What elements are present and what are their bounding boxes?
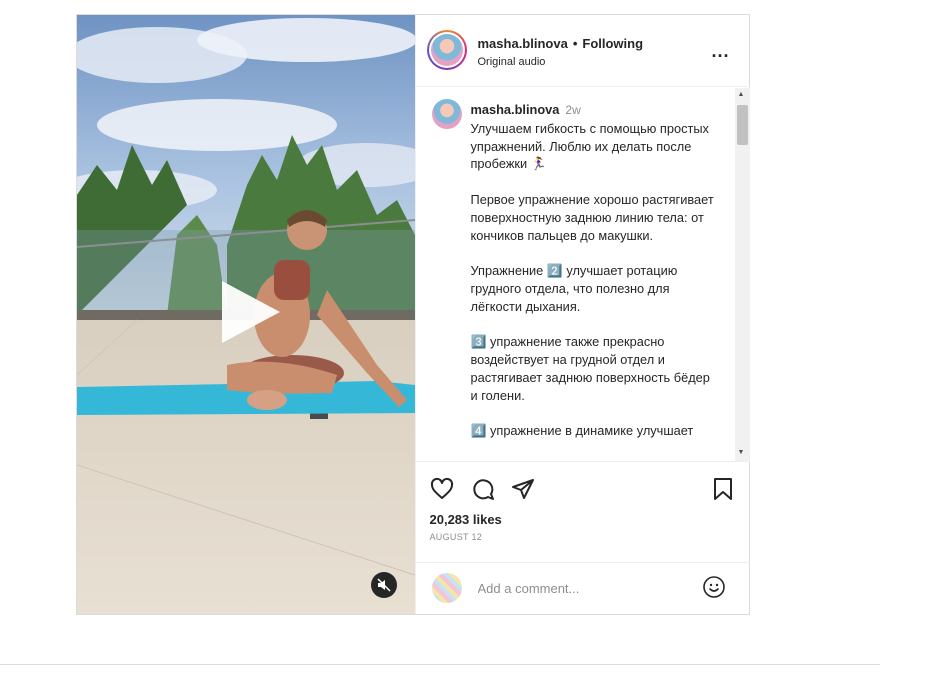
mute-icon[interactable]	[371, 572, 397, 598]
heart-icon[interactable]	[430, 477, 454, 506]
caption-paragraph-2: Первое упражнение хорошо растягивает пов…	[470, 191, 714, 243]
caption-username[interactable]: masha.blinova	[471, 102, 560, 117]
caption-section: masha.blinova 2w Улучшаем гибкость с помощ…	[416, 88, 750, 461]
scrollbar-thumb[interactable]	[736, 105, 748, 145]
avatar[interactable]	[426, 30, 467, 70]
page-divider	[0, 664, 880, 665]
following-button[interactable]: Following	[582, 36, 643, 51]
bookmark-icon[interactable]	[712, 477, 734, 506]
play-icon[interactable]	[214, 277, 284, 347]
emoji-icon[interactable]	[702, 575, 726, 599]
caption-time[interactable]: 2w	[565, 103, 580, 117]
more-icon[interactable]: ...	[712, 41, 730, 62]
post-date[interactable]: AUGUST 12	[430, 532, 483, 542]
commenter-avatar	[431, 573, 462, 603]
caption-text: masha.blinova 2w Улучшаем гибкость с помощ…	[471, 101, 715, 458]
caption-paragraph-1: Улучшаем гибкость с помощью простых упра…	[470, 120, 709, 172]
caption-avatar[interactable]	[431, 99, 462, 129]
caption-paragraph-3: Упражнение 2️⃣ улучшает ротацию грудного…	[470, 263, 678, 314]
likes-count[interactable]: 20,283 likes	[430, 512, 502, 527]
author-username[interactable]: masha.blinova	[478, 36, 568, 51]
add-comment-row	[415, 562, 750, 615]
caption-scrollbar[interactable]: ▲ ▼	[734, 88, 750, 461]
caption-paragraph-4: 3️⃣ упражнение также прекрасно воздейств…	[470, 334, 710, 403]
post-header: masha.blinova • Following Original audio .…	[415, 15, 750, 87]
comment-icon[interactable]	[471, 477, 495, 506]
caption-paragraph-5: 4️⃣ упражнение в динамике улучшает	[470, 423, 694, 439]
post-sidebar: masha.blinova • Following Original audio .…	[414, 15, 750, 615]
scroll-down-icon[interactable]: ▼	[738, 449, 745, 456]
share-icon[interactable]	[511, 477, 535, 506]
scroll-up-icon[interactable]: ▲	[738, 91, 745, 98]
comment-input[interactable]	[475, 580, 690, 597]
audio-label[interactable]: Original audio	[478, 56, 546, 68]
post-video[interactable]	[77, 15, 415, 614]
separator-dot: •	[572, 36, 578, 51]
post-card: masha.blinova • Following Original audio .…	[76, 14, 750, 615]
action-section: 20,283 likes AUGUST 12	[415, 461, 750, 615]
